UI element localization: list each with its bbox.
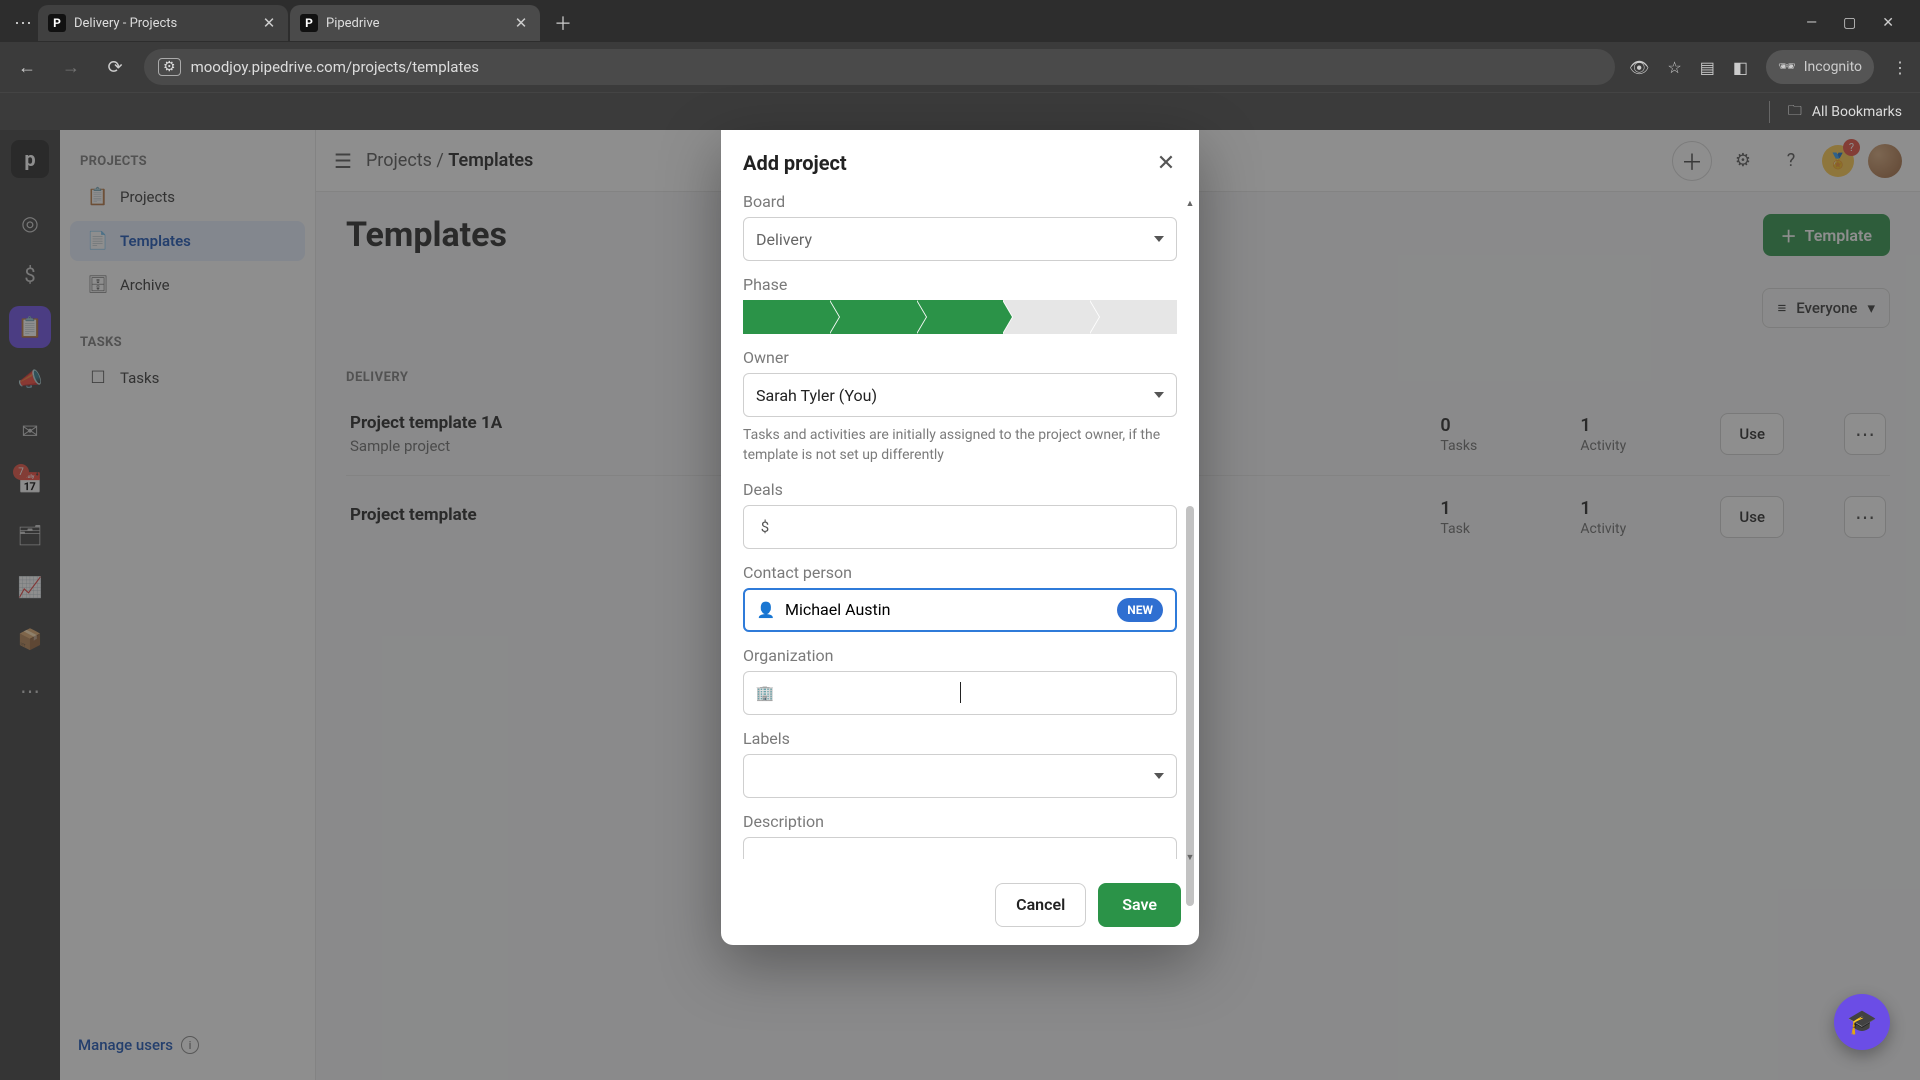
maximize-icon[interactable]: ▢ <box>1843 15 1856 31</box>
forward-button[interactable]: → <box>56 52 86 82</box>
owner-help-text: Tasks and activities are initially assig… <box>743 425 1177 466</box>
bookmarks-bar: 🗀 All Bookmarks <box>0 92 1920 130</box>
tab-delivery-projects[interactable]: P Delivery - Projects ✕ <box>38 5 288 41</box>
contact-input[interactable]: 👤 Michael Austin NEW <box>743 588 1177 632</box>
favicon-icon: P <box>300 14 318 32</box>
chevron-down-icon <box>1154 773 1164 779</box>
text-cursor <box>960 682 961 703</box>
scroll-thumb[interactable] <box>1186 506 1194 906</box>
all-bookmarks-link[interactable]: All Bookmarks <box>1812 104 1902 120</box>
phase-step-3[interactable] <box>917 300 1004 334</box>
phase-step-5[interactable] <box>1090 300 1177 334</box>
incognito-icon: 🕶 <box>1778 59 1796 75</box>
bookmark-star-icon[interactable]: ☆ <box>1667 58 1681 77</box>
help-fab[interactable]: 🎓 <box>1834 994 1890 1050</box>
playlist-icon[interactable]: ▤ <box>1700 58 1715 77</box>
modal-title: Add project <box>743 151 847 175</box>
browser-toolbar: ← → ⟳ ⚙ moodjoy.pipedrive.com/projects/t… <box>0 42 1920 92</box>
save-label: Save <box>1122 895 1157 914</box>
panel-icon[interactable]: ◧ <box>1733 58 1748 77</box>
owner-select[interactable]: Sarah Tyler (You) <box>743 373 1177 417</box>
toolbar-right: 👁 ☆ ▤ ◧ 🕶 Incognito ⋮ <box>1629 50 1908 84</box>
eye-off-icon[interactable]: 👁 <box>1629 58 1649 77</box>
close-icon[interactable]: ✕ <box>260 14 278 32</box>
scroll-up-icon[interactable]: ▲ <box>1183 196 1197 210</box>
phase-step-4[interactable] <box>1003 300 1090 334</box>
folder-icon: 🗀 <box>1788 100 1802 124</box>
phase-step-2[interactable] <box>830 300 917 334</box>
address-bar[interactable]: ⚙ moodjoy.pipedrive.com/projects/templat… <box>144 49 1615 85</box>
board-value: Delivery <box>756 230 812 249</box>
modal-scrollbar[interactable]: ▲ ▼ <box>1183 196 1197 865</box>
minimize-icon[interactable]: — <box>1806 15 1817 31</box>
reload-button[interactable]: ⟳ <box>100 52 130 82</box>
phase-step-1[interactable] <box>743 300 830 334</box>
separator <box>1769 101 1770 123</box>
tab-search-button[interactable]: ⋯ <box>8 8 38 38</box>
label-board: Board <box>743 192 1177 211</box>
browser-chrome: ⋯ P Delivery - Projects ✕ P Pipedrive ✕ … <box>0 0 1920 130</box>
incognito-chip[interactable]: 🕶 Incognito <box>1766 50 1874 84</box>
tab-pipedrive[interactable]: P Pipedrive ✕ <box>290 5 540 41</box>
back-button[interactable]: ← <box>12 52 42 82</box>
labels-select[interactable] <box>743 754 1177 798</box>
app-wrap: p ◎ $ 📋 📣 ✉ 7📅 🗂 📈 📦 ⋯ PROJECTS 📋 Projec… <box>0 130 1920 1080</box>
chevron-down-icon <box>1154 236 1164 242</box>
favicon-icon: P <box>48 14 66 32</box>
label-phase: Phase <box>743 275 1177 294</box>
modal-footer: Cancel Save <box>721 869 1199 945</box>
label-owner: Owner <box>743 348 1177 367</box>
url-text: moodjoy.pipedrive.com/projects/templates <box>191 58 480 76</box>
close-icon[interactable]: ✕ <box>1151 148 1181 178</box>
save-button[interactable]: Save <box>1098 883 1181 927</box>
modal-body: Board Delivery Phase Owner Sarah Tyler (… <box>721 192 1199 869</box>
incognito-label: Incognito <box>1804 59 1862 75</box>
label-description: Description <box>743 812 1177 831</box>
cancel-button[interactable]: Cancel <box>995 883 1086 927</box>
label-organization: Organization <box>743 646 1177 665</box>
tab-title: Delivery - Projects <box>74 16 252 31</box>
add-project-modal: Add project ✕ Board Delivery Phase Owne <box>721 130 1199 945</box>
board-select[interactable]: Delivery <box>743 217 1177 261</box>
new-tab-button[interactable]: ＋ <box>548 8 578 38</box>
close-icon[interactable]: ✕ <box>512 14 530 32</box>
close-window-icon[interactable]: ✕ <box>1882 15 1894 31</box>
kebab-menu-icon[interactable]: ⋮ <box>1892 58 1908 77</box>
description-input[interactable] <box>743 837 1177 859</box>
label-deals: Deals <box>743 480 1177 499</box>
owner-value: Sarah Tyler (You) <box>756 386 877 405</box>
label-contact: Contact person <box>743 563 1177 582</box>
deal-icon: $ <box>756 518 774 536</box>
window-controls: — ▢ ✕ <box>1806 15 1912 31</box>
site-settings-icon[interactable]: ⚙ <box>158 58 181 76</box>
deals-input[interactable]: $ <box>743 505 1177 549</box>
organization-input[interactable]: 🏢 <box>743 671 1177 715</box>
chevron-down-icon <box>1154 392 1164 398</box>
tab-title: Pipedrive <box>326 16 504 31</box>
phase-selector[interactable] <box>743 300 1177 334</box>
tab-strip: ⋯ P Delivery - Projects ✕ P Pipedrive ✕ … <box>0 0 1920 42</box>
building-icon: 🏢 <box>756 684 774 702</box>
scroll-down-icon[interactable]: ▼ <box>1183 851 1197 865</box>
label-labels: Labels <box>743 729 1177 748</box>
person-icon: 👤 <box>757 601 775 619</box>
new-badge: NEW <box>1117 598 1163 622</box>
contact-value: Michael Austin <box>785 600 890 619</box>
cancel-label: Cancel <box>1016 895 1065 914</box>
modal-header: Add project ✕ <box>721 130 1199 192</box>
